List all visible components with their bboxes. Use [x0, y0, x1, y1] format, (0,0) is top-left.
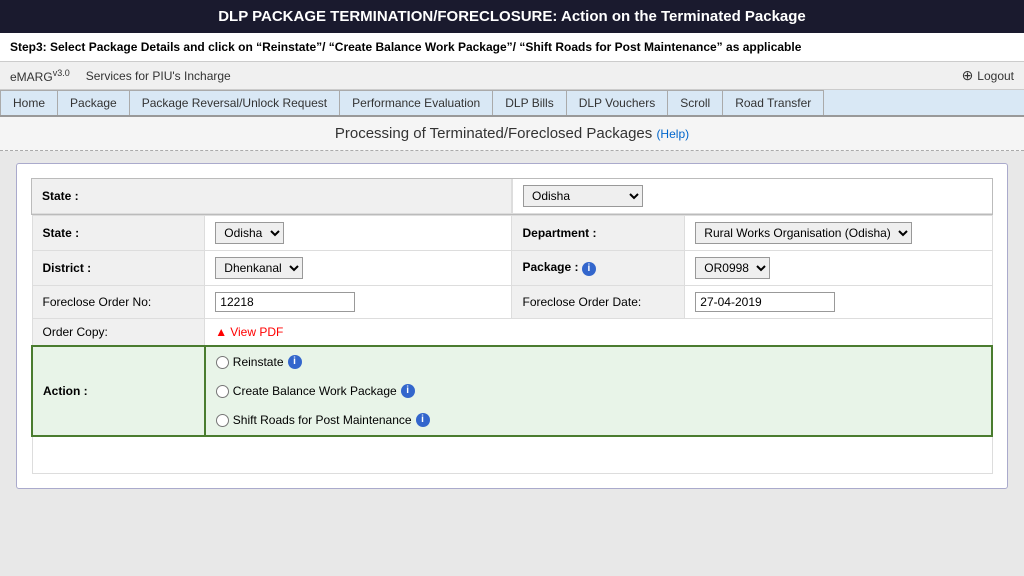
shift-roads-option: Shift Roads for Post Maintenance i: [216, 413, 981, 427]
state-dropdown[interactable]: Odisha: [215, 222, 284, 244]
package-label: Package :: [522, 260, 578, 274]
form-grid: State : Odisha document.querySelector('[…: [31, 178, 993, 215]
shift-roads-label: Shift Roads for Post Maintenance: [233, 413, 412, 427]
order-copy-label: Order Copy:: [32, 319, 205, 347]
row-empty: [32, 436, 992, 474]
service-label: Services for PIU's Incharge: [86, 69, 231, 83]
reinstate-info-icon[interactable]: i: [288, 355, 302, 369]
tab-package[interactable]: Package: [58, 90, 130, 115]
create-balance-option: Create Balance Work Package i: [216, 384, 981, 398]
help-link[interactable]: (Help): [656, 127, 689, 141]
page-heading-area: Processing of Terminated/Foreclosed Pack…: [0, 117, 1024, 151]
order-copy-value-cell: View PDF: [205, 319, 992, 347]
district-dropdown[interactable]: Dhenkanal: [215, 257, 303, 279]
row-state-department: State : Odisha Department : Rural Works …: [32, 216, 992, 251]
app-name: eMARGv3.0: [10, 68, 70, 84]
tab-performance-evaluation[interactable]: Performance Evaluation: [340, 90, 493, 115]
shift-roads-radio[interactable]: [216, 414, 229, 427]
action-options-cell: Reinstate i Create Balance Work Package …: [205, 346, 992, 436]
top-bar: eMARGv3.0 Services for PIU's Incharge ⊕ …: [0, 62, 1024, 90]
package-label-cell: Package : i: [512, 251, 685, 286]
state-label: State :: [32, 179, 512, 214]
district-value-cell: Dhenkanal: [205, 251, 512, 286]
foreclosure-order-date-input[interactable]: [695, 292, 835, 312]
create-balance-radio[interactable]: [216, 385, 229, 398]
tab-road-transfer[interactable]: Road Transfer: [723, 90, 824, 115]
tab-home[interactable]: Home: [0, 90, 58, 115]
foreclosure-order-no-value-cell: [205, 286, 512, 319]
foreclosure-order-no-label: Foreclose Order No:: [32, 286, 205, 319]
header-title: DLP PACKAGE TERMINATION/FORECLOSURE: Act…: [0, 0, 1024, 33]
row-district-package: District : Dhenkanal Package : i OR0998: [32, 251, 992, 286]
form-container: State : Odisha document.querySelector('[…: [16, 163, 1008, 489]
foreclosure-order-date-label: Foreclose Order Date:: [512, 286, 685, 319]
logout-icon: ⊕: [962, 67, 974, 84]
state-select[interactable]: Odisha: [523, 185, 643, 207]
tab-dlp-bills[interactable]: DLP Bills: [493, 90, 566, 115]
state-value-cell: Odisha: [205, 216, 512, 251]
form-table: State : Odisha Department : Rural Works …: [31, 215, 993, 474]
tab-reversal[interactable]: Package Reversal/Unlock Request: [130, 90, 340, 115]
reinstate-radio[interactable]: [216, 356, 229, 369]
department-value-cell: Rural Works Organisation (Odisha): [685, 216, 992, 251]
create-balance-info-icon[interactable]: i: [401, 384, 415, 398]
foreclosure-order-date-value-cell: [685, 286, 992, 319]
reinstate-label: Reinstate: [233, 355, 284, 369]
main-content: State : Odisha document.querySelector('[…: [0, 151, 1024, 501]
action-label: Action :: [32, 346, 205, 436]
row-order-copy: Order Copy: View PDF: [32, 319, 992, 347]
logout-button[interactable]: ⊕ Logout: [962, 67, 1014, 84]
tab-dlp-vouchers[interactable]: DLP Vouchers: [567, 90, 669, 115]
step-bar: Step3: Select Package Details and click …: [0, 33, 1024, 62]
district-label: District :: [32, 251, 205, 286]
department-dropdown[interactable]: Rural Works Organisation (Odisha): [695, 222, 912, 244]
shift-roads-info-icon[interactable]: i: [416, 413, 430, 427]
row-action: Action : Reinstate i Create Balance Work…: [32, 346, 992, 436]
foreclosure-order-no-input[interactable]: [215, 292, 355, 312]
state-label: State :: [32, 216, 205, 251]
page-heading: Processing of Terminated/Foreclosed Pack…: [335, 125, 689, 142]
department-label: Department :: [512, 216, 685, 251]
reinstate-option: Reinstate i: [216, 355, 981, 369]
view-pdf-link[interactable]: View PDF: [215, 325, 283, 339]
package-value-cell: OR0998: [685, 251, 992, 286]
create-balance-label: Create Balance Work Package: [233, 384, 397, 398]
row-foreclosure-order: Foreclose Order No: Foreclose Order Date…: [32, 286, 992, 319]
empty-row: [32, 436, 992, 474]
tab-scroll[interactable]: Scroll: [668, 90, 723, 115]
package-dropdown[interactable]: OR0998: [695, 257, 770, 279]
nav-bar: Home Package Package Reversal/Unlock Req…: [0, 90, 1024, 117]
state-value-cell: Odisha document.querySelector('[data-nam…: [512, 179, 992, 214]
package-info-icon[interactable]: i: [582, 262, 596, 276]
